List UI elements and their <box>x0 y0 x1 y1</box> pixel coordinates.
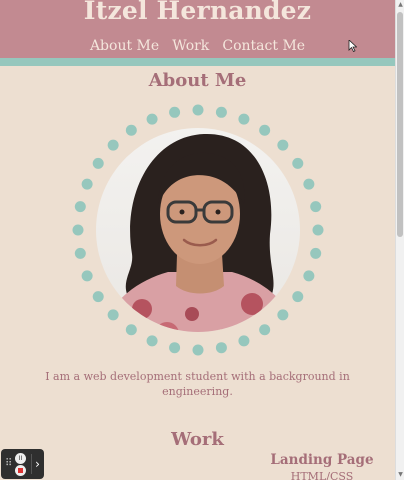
scrollbar-thumb[interactable] <box>397 12 403 237</box>
project-title[interactable]: Landing Page <box>262 452 382 468</box>
mouse-pointer-icon <box>348 40 357 52</box>
project-tech: HTML/CSS <box>290 470 354 480</box>
vertical-scrollbar[interactable]: ▲ ▼ <box>395 0 404 480</box>
page: Itzel Hernandez About Me Work Contact Me… <box>0 0 395 480</box>
profile-photo <box>96 128 300 332</box>
nav-work[interactable]: Work <box>172 38 209 54</box>
stop-record-icon[interactable] <box>15 465 26 476</box>
bio-text: I am a web development student with a ba… <box>45 370 350 398</box>
nav-contact-me[interactable]: Contact Me <box>222 38 305 54</box>
work-title: Work <box>171 429 224 450</box>
site-header: Itzel Hernandez About Me Work Contact Me <box>0 0 395 58</box>
profile-photo-frame <box>72 104 324 356</box>
main-nav: About Me Work Contact Me <box>0 35 395 54</box>
scroll-down-arrow-icon[interactable]: ▼ <box>397 471 404 479</box>
scroll-up-arrow-icon[interactable]: ▲ <box>397 1 404 9</box>
chevron-right-icon[interactable]: › <box>31 454 43 474</box>
site-title: Itzel Hernandez <box>83 0 312 25</box>
screen-recorder-widget: ⠿ II › <box>1 449 44 479</box>
recorder-controls: II <box>15 453 27 476</box>
header-accent-bar <box>0 58 395 66</box>
pause-icon[interactable]: II <box>15 453 26 464</box>
drag-handle-icon[interactable]: ⠿ <box>5 458 12 469</box>
nav-about-me[interactable]: About Me <box>90 38 159 54</box>
about-title: About Me <box>148 70 247 91</box>
